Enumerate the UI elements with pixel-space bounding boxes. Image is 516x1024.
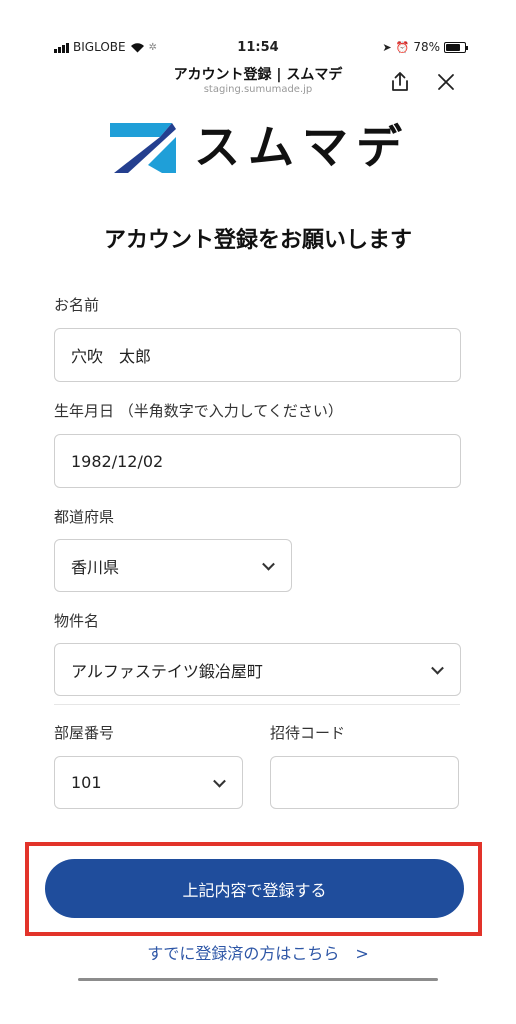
login-link-text: すでに登録済の方はこちら	[147, 944, 340, 963]
brand-logo: スムマデ	[110, 115, 410, 179]
close-button[interactable]	[434, 70, 458, 94]
prefecture-value: 香川県	[71, 557, 120, 577]
login-link[interactable]: すでに登録済の方はこちら >	[0, 940, 516, 964]
prefecture-select[interactable]: 香川県	[54, 539, 292, 592]
status-right: ➤ ⏰ 78%	[382, 40, 468, 54]
property-value: アルファステイツ鍛冶屋町	[71, 661, 263, 681]
battery-percent: 78%	[413, 40, 440, 54]
submit-button[interactable]: 上記内容で登録する	[45, 859, 464, 918]
property-select[interactable]: アルファステイツ鍛冶屋町	[54, 643, 461, 696]
invite-label: 招待コード	[270, 724, 346, 742]
browser-header: アカウント登録 | スムマデ staging.sumumade.jp	[0, 62, 516, 102]
share-icon	[392, 72, 408, 91]
location-icon: ➤	[382, 40, 392, 54]
chevron-down-icon	[262, 557, 275, 571]
name-label: お名前	[54, 296, 100, 314]
close-icon	[438, 74, 454, 90]
birthdate-field[interactable]: 1982/12/02	[54, 434, 461, 488]
room-label: 部屋番号	[54, 724, 115, 742]
divider	[54, 704, 460, 705]
property-label: 物件名	[54, 612, 100, 630]
share-button[interactable]	[388, 70, 412, 94]
prefecture-label: 都道府県	[54, 508, 115, 526]
birthdate-value: 1982/12/02	[71, 451, 164, 471]
home-indicator	[78, 978, 438, 981]
invite-code-field[interactable]	[270, 756, 459, 809]
name-field[interactable]: 穴吹 太郎	[54, 328, 461, 382]
brand-mark-icon	[110, 123, 176, 173]
chevron-down-icon	[213, 774, 226, 788]
brand-name: スムマデ	[194, 120, 410, 174]
birthdate-label: 生年月日 （半角数字で入力してください）	[54, 402, 343, 420]
alarm-icon: ⏰	[395, 40, 410, 54]
room-value: 101	[71, 773, 102, 792]
name-value: 穴吹 太郎	[71, 347, 152, 366]
battery-icon	[444, 41, 468, 53]
room-select[interactable]: 101	[54, 756, 243, 809]
chevron-right-icon: >	[355, 944, 369, 963]
chevron-down-icon	[431, 661, 444, 675]
form-heading: アカウント登録をお願いします	[103, 228, 412, 253]
status-bar: BIGLOBE ✲ 11:54 ➤ ⏰ 78%	[0, 38, 516, 60]
